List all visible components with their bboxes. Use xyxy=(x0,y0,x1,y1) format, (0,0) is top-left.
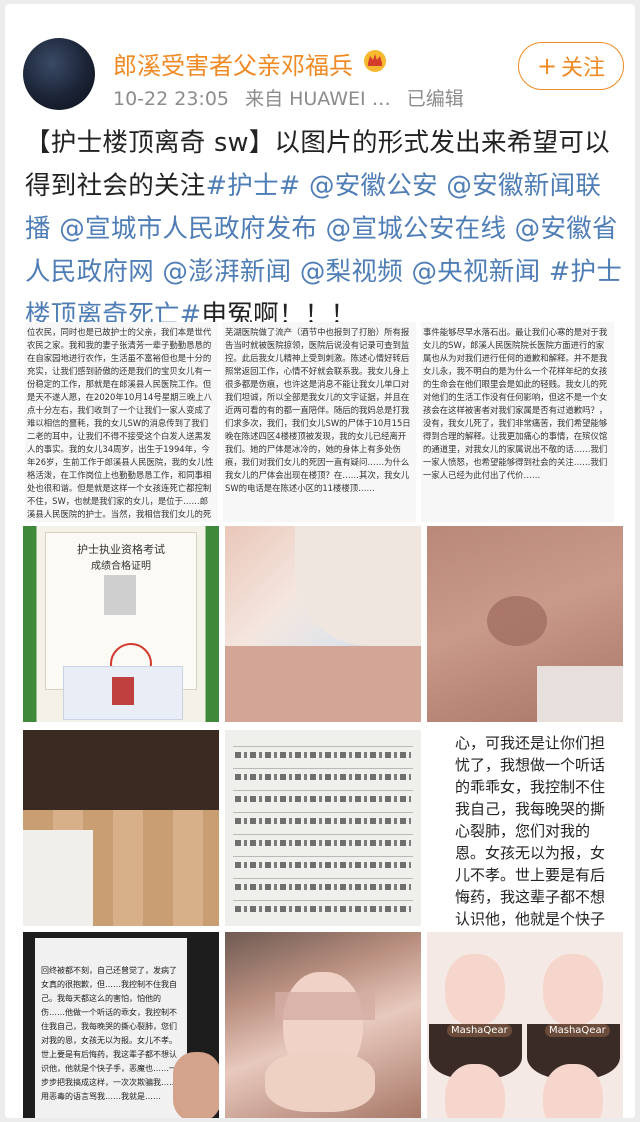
note-text-image[interactable]: 心，可我还是让你们担忧了，我想做一个听话的乖乖女，我控制不住我自己，我每晚哭的撕… xyxy=(427,730,623,926)
avatar[interactable] xyxy=(23,38,95,110)
mention-link[interactable]: @央视新闻 xyxy=(411,257,540,287)
post-text-segment xyxy=(51,214,59,244)
post-body-text: 【护士楼顶离奇 sw】以图片的形式发出来希望可以得到社会的关注#护士# @安徽公… xyxy=(25,122,625,337)
post-source: 来自 HUAWEI … xyxy=(245,88,391,110)
follow-label: 关注 xyxy=(561,56,606,81)
phone-screen-text: 回终被都不刻，自己还曾觉了，发病了女真的很抱歉，但……我控制不住我自己。我每天都… xyxy=(35,938,187,1118)
id-card xyxy=(63,666,183,720)
thumb xyxy=(173,1052,219,1118)
mention-link[interactable]: @澎湃新闻 xyxy=(162,257,291,287)
follow-button[interactable]: + 关注 xyxy=(518,42,624,90)
username[interactable]: 郎溪受害者父亲邓福兵 xyxy=(113,46,353,81)
note-text: 心，可我还是让你们担忧了，我想做一个听话的乖乖女，我控制不住我自己，我每晚哭的撕… xyxy=(455,734,606,926)
nurse-certificate-image[interactable]: 护士执业资格考试 成绩合格证明 xyxy=(23,526,219,722)
mention-link[interactable]: @安徽公安 xyxy=(309,171,438,201)
certificate-subtitle: 成绩合格证明 xyxy=(91,561,151,572)
hashtag-link[interactable]: #护士# xyxy=(206,171,301,201)
post-meta: 10-22 23:05 来自 HUAWEI … 已编辑 xyxy=(113,84,474,111)
letter-image-1[interactable]: 位农民，同时也是已故护士的父亲，我们本是世代农民之家。我和我的妻子张清芳一辈子勤… xyxy=(25,322,218,522)
injury-photo-2[interactable] xyxy=(427,526,623,722)
blurred-eyes xyxy=(275,992,375,1020)
post-text-segment xyxy=(506,214,514,244)
brand-label: MashaQear xyxy=(447,1024,512,1037)
portrait-photo[interactable] xyxy=(225,932,421,1118)
certificate-title: 护士执业资格考试 xyxy=(77,543,165,556)
post-text-segment xyxy=(301,171,309,201)
vip-crown-icon xyxy=(364,50,386,72)
weibo-post-card: 郎溪受害者父亲邓福兵 10-22 23:05 来自 HUAWEI … 已编辑 +… xyxy=(5,4,635,1118)
letter-image-2[interactable]: 芜湖医院做了流产（酒节中也报到了打胎）所有报告当时就被医院掠领，医院后说没有记录… xyxy=(223,322,416,522)
mention-link[interactable]: @宣城公安在线 xyxy=(326,214,507,244)
edited-label[interactable]: 已编辑 xyxy=(407,88,464,110)
mention-link[interactable]: @梨视频 xyxy=(300,257,403,287)
id-photo xyxy=(112,677,134,705)
post-text-segment xyxy=(317,214,325,244)
hands xyxy=(265,1052,375,1112)
certificate-photo xyxy=(104,575,136,615)
post-text-segment xyxy=(540,257,548,287)
phone-screenshot-image[interactable]: 回终被都不刻，自己还曾觉了，发病了女真的很抱歉，但……我控制不住我自己。我每天都… xyxy=(23,932,219,1118)
post-text-segment xyxy=(291,257,299,287)
injury-photo-1[interactable] xyxy=(225,526,421,722)
plus-icon: + xyxy=(536,52,558,80)
photo-collage-image[interactable]: MashaQear MashaQear xyxy=(427,932,623,1118)
brand-label: MashaQear xyxy=(545,1024,610,1037)
letter-image-3[interactable]: 事件能够尽早水落石出。最让我们心寒的是对于我女儿的SW，郎溪人民医院院长医院方面… xyxy=(421,322,614,522)
handwritten-note-image[interactable] xyxy=(225,730,421,926)
floor-photo[interactable] xyxy=(23,730,219,926)
timestamp: 10-22 23:05 xyxy=(113,88,230,110)
mention-link[interactable]: @宣城市人民政府发布 xyxy=(59,214,317,244)
